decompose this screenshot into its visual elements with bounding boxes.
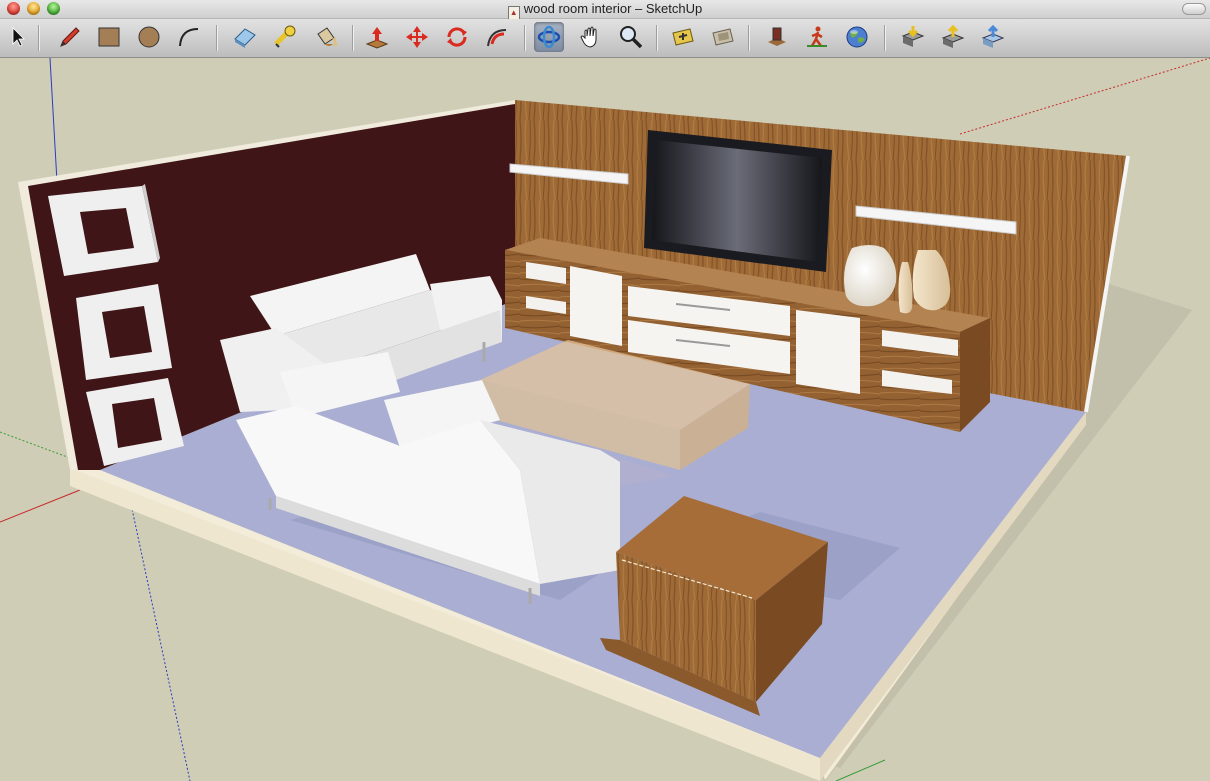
pencil-icon xyxy=(60,27,80,47)
move-tool-button[interactable] xyxy=(402,22,432,52)
globe-icon xyxy=(846,26,868,48)
eraser-icon xyxy=(234,28,256,48)
arc-tool-button[interactable] xyxy=(174,22,204,52)
push-pull-icon xyxy=(365,27,389,49)
rotate-tool-button[interactable] xyxy=(442,22,472,52)
rectangle-icon xyxy=(98,27,120,47)
share-model-button[interactable] xyxy=(938,22,968,52)
orbit-tool-button[interactable] xyxy=(534,22,564,52)
pan-tool-button[interactable] xyxy=(576,22,606,52)
push-pull-tool-button[interactable] xyxy=(362,22,392,52)
hand-pan-icon xyxy=(580,26,597,48)
arrow-cursor-icon xyxy=(12,27,25,47)
rotate-icon xyxy=(447,27,467,47)
previous-view-icon xyxy=(672,28,694,46)
magnifier-zoom-icon xyxy=(620,26,643,49)
walk-tool-button[interactable] xyxy=(802,22,832,52)
tape-measure-tool-button[interactable] xyxy=(270,22,300,52)
zoom-extents-icon xyxy=(712,28,734,46)
export-icon xyxy=(981,24,1005,48)
zoom-tool-button[interactable] xyxy=(616,22,646,52)
download-model-button[interactable] xyxy=(898,22,928,52)
select-tool-button[interactable] xyxy=(2,22,32,52)
circle-tool-button[interactable] xyxy=(134,22,164,52)
rectangle-tool-button[interactable] xyxy=(94,22,124,52)
export-button[interactable] xyxy=(978,22,1008,52)
tape-measure-icon xyxy=(274,25,296,48)
window-title-wrap: ▲ wood room interior – SketchUp xyxy=(0,1,1210,20)
wall-mounted-tv xyxy=(644,130,832,272)
get-models-icon xyxy=(768,27,786,46)
download-model-icon xyxy=(901,26,925,47)
follow-me-icon xyxy=(487,29,507,47)
move-icon xyxy=(406,26,428,48)
main-toolbar xyxy=(0,19,1210,58)
line-tool-button[interactable] xyxy=(54,22,84,52)
arc-icon xyxy=(179,28,199,47)
orbit-icon xyxy=(537,25,561,49)
window-title: wood room interior – SketchUp xyxy=(523,1,703,16)
model-viewport[interactable] xyxy=(0,58,1210,781)
walk-icon xyxy=(807,26,827,47)
previous-view-button[interactable] xyxy=(668,22,698,52)
sketchup-document-icon: ▲ xyxy=(507,6,520,20)
follow-me-tool-button[interactable] xyxy=(482,22,512,52)
get-models-button[interactable] xyxy=(762,22,792,52)
title-bar: ▲ wood room interior – SketchUp xyxy=(0,0,1210,20)
eraser-tool-button[interactable] xyxy=(230,22,260,52)
paint-bucket-tool-button[interactable] xyxy=(310,22,340,52)
google-earth-button[interactable] xyxy=(842,22,872,52)
share-model-icon xyxy=(941,24,965,48)
toolbar-toggle-button[interactable] xyxy=(1182,3,1206,15)
zoom-extents-button[interactable] xyxy=(708,22,738,52)
paint-bucket-icon xyxy=(317,27,338,47)
circle-icon xyxy=(138,26,160,48)
room-model-scene xyxy=(0,58,1210,781)
